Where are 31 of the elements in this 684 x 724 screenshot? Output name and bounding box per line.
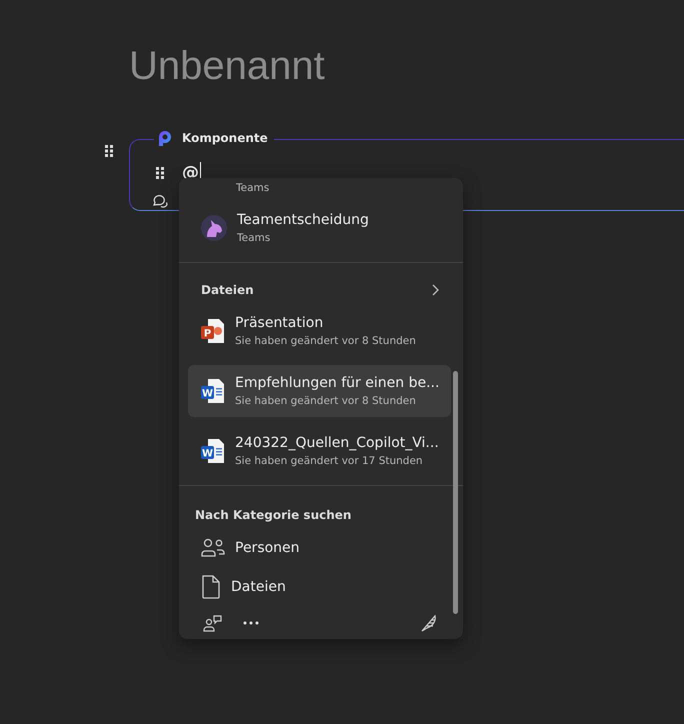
item-subtitle: Teams — [237, 232, 272, 244]
item-subtitle: Sie haben geändert vor 17 Stunden — [235, 455, 424, 467]
section-heading: Nach Kategorie suchen — [194, 508, 352, 522]
scrollbar[interactable] — [453, 371, 458, 614]
page-title: Unbenannt — [129, 44, 326, 89]
item-subtitle: Teams — [236, 182, 270, 194]
chevron-right-icon[interactable] — [431, 284, 439, 296]
category-label: Personen — [235, 540, 300, 556]
people-icon — [201, 538, 225, 558]
item-subtitle: Sie haben geändert vor 8 Stunden — [235, 335, 416, 347]
item-subtitle: Sie haben geändert vor 8 Stunden — [235, 395, 417, 407]
comment-icon[interactable] — [152, 194, 168, 208]
section-heading: Dateien — [201, 283, 254, 297]
person-item[interactable]: Teamentscheidung Teams — [188, 204, 451, 252]
file-name: 240322_Quellen_Copilot_Vi... — [235, 435, 439, 451]
file-item[interactable]: W Empfehlungen für einen be... Sie haben geändert vor 8 Stunden — [188, 365, 451, 417]
file-item[interactable]: W 240322_Quellen_Copilot_Vi... Sie haben geändert vor 17 Stunden — [188, 425, 451, 477]
category-item[interactable]: Dateien — [188, 567, 451, 606]
file-name: Empfehlungen für einen be... — [235, 375, 440, 391]
more-icon[interactable] — [243, 621, 259, 625]
category-item[interactable]: Personen — [188, 528, 451, 567]
person-name: Teamentscheidung — [237, 212, 369, 228]
file-item[interactable]: P Präsentation Sie haben geändert vor 8 Stunden — [188, 305, 451, 357]
category-label: Dateien — [231, 578, 286, 594]
drag-handle-icon[interactable] — [156, 167, 164, 179]
quill-pen-icon[interactable] — [421, 614, 437, 632]
document-icon — [201, 574, 221, 598]
component-label: Komponente — [182, 131, 268, 145]
drag-handle-icon[interactable] — [105, 145, 113, 157]
file-name: Präsentation — [235, 315, 324, 331]
people-chat-icon[interactable] — [203, 614, 223, 632]
